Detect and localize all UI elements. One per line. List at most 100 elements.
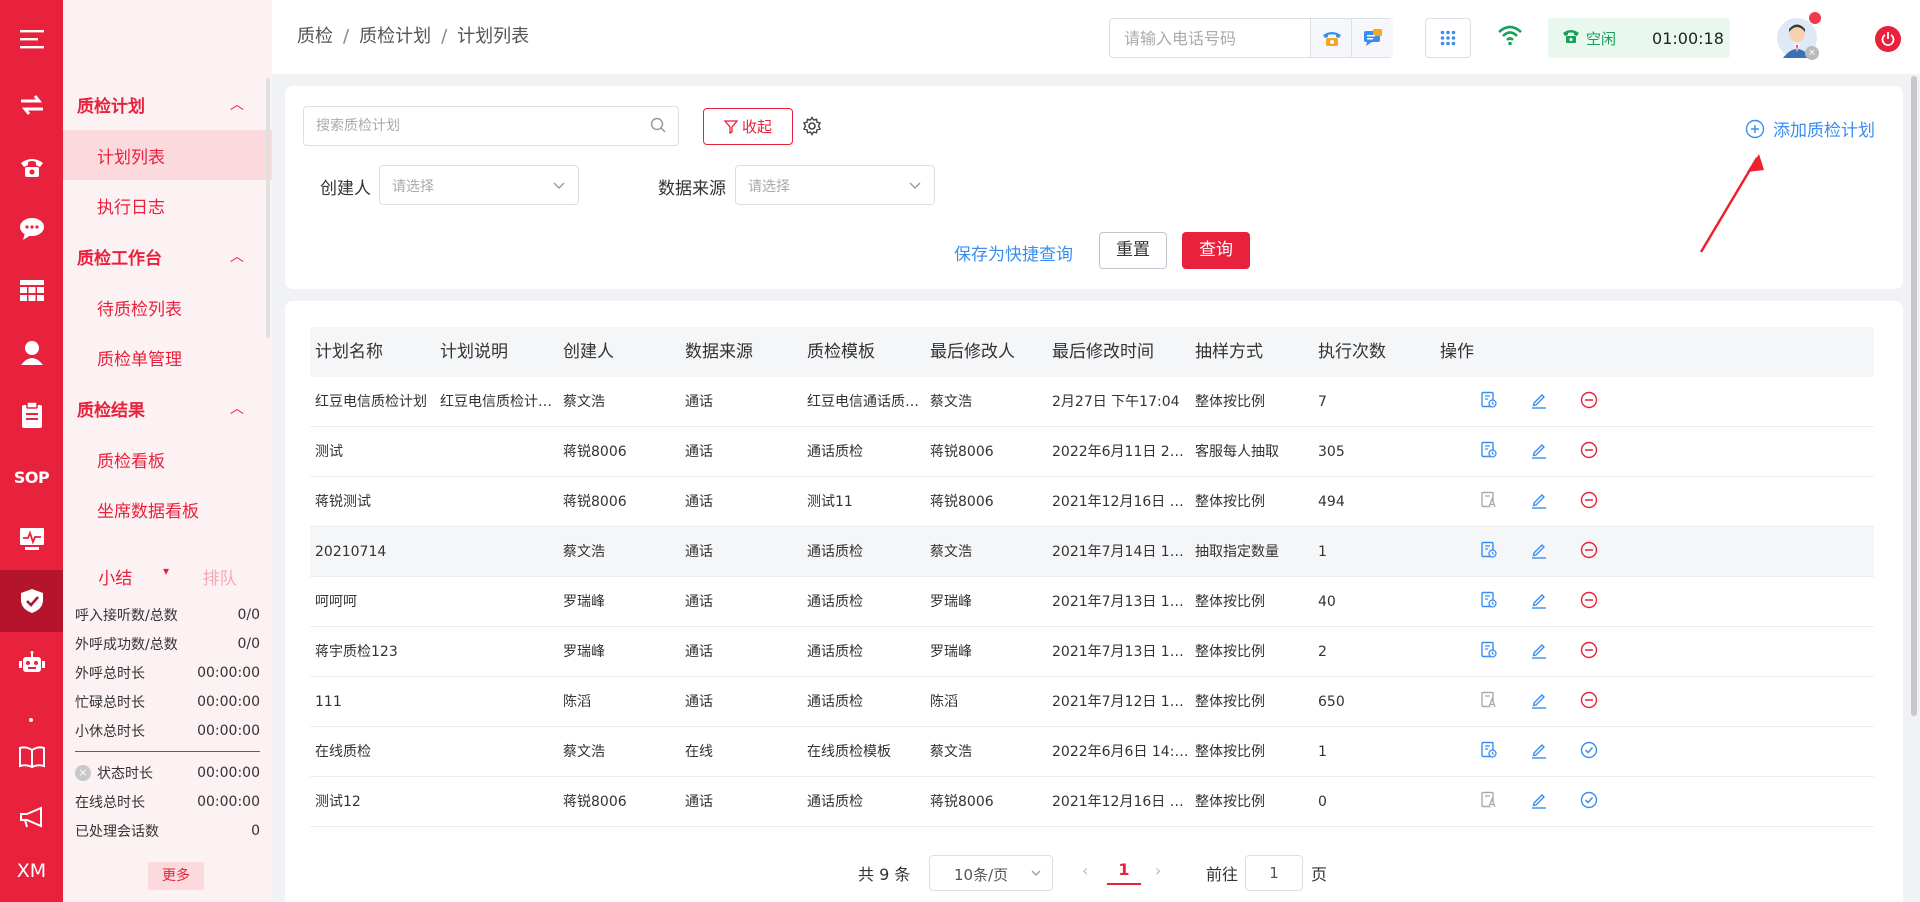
- book-icon[interactable]: [0, 726, 63, 788]
- edit-icon[interactable]: [1530, 641, 1580, 659]
- execute-plan-icon[interactable]: [1480, 541, 1530, 559]
- table-row[interactable]: 测试12 蒋锐8006 通话 通话质检 蒋锐8006 2021年12月16日 15:27整…: [310, 777, 1874, 827]
- phone-icon[interactable]: [0, 136, 63, 198]
- scrollbar-thumb[interactable]: [1911, 76, 1917, 716]
- clipboard-icon[interactable]: [0, 384, 63, 446]
- monitor-icon[interactable]: [0, 508, 63, 570]
- tab-queue[interactable]: 排队: [168, 558, 273, 600]
- reset-button[interactable]: 重置: [1099, 232, 1167, 269]
- menu-group-result[interactable]: 质检结果 ︿: [63, 382, 272, 434]
- table-row[interactable]: 蒋锐测试 蒋锐8006 通话 测试11 蒋锐8006 2021年12月16日 17:06整…: [310, 477, 1874, 527]
- breadcrumb-item[interactable]: 质检: [297, 26, 333, 47]
- table-row[interactable]: 在线质检 蔡文浩 在线 在线质检模板 蔡文浩 2022年6月6日 14:28 整体按比例 1: [310, 727, 1874, 777]
- execution-log-icon[interactable]: [1480, 491, 1530, 509]
- table-row[interactable]: 20210714 蔡文浩 通话 通话质检 蔡文浩 2021年7月14日 17:41 抽取指定…: [310, 527, 1874, 577]
- col-creator-header: 创建人: [563, 342, 614, 362]
- enable-check-icon[interactable]: [1580, 741, 1630, 759]
- menu-toggle-icon[interactable]: [0, 8, 63, 70]
- col-creator-cell: 蒋锐8006: [563, 794, 627, 810]
- save-quick-query-link[interactable]: 保存为快捷查询: [954, 240, 1073, 265]
- disable-minus-icon[interactable]: [1580, 391, 1630, 409]
- execute-plan-icon[interactable]: [1480, 441, 1530, 459]
- table-row[interactable]: 红豆电信质检计划 红豆电信质检计划... 蔡文浩 通话 红豆电信通话质检... 蔡文浩 2月…: [310, 377, 1874, 427]
- prev-page-icon[interactable]: ‹: [1082, 861, 1088, 880]
- table-row[interactable]: 111 陈滔 通话 通话质检 陈滔 2021年7月12日 10:49 整体按比例 650: [310, 677, 1874, 727]
- grid-table-icon[interactable]: [0, 260, 63, 322]
- query-button[interactable]: 查询: [1182, 232, 1250, 269]
- page-scrollbar[interactable]: [1911, 74, 1917, 902]
- menu-item-exec-log[interactable]: 执行日志: [63, 180, 272, 230]
- col-template-cell: 通话质检: [807, 444, 863, 460]
- execute-plan-icon[interactable]: [1480, 591, 1530, 609]
- edit-icon[interactable]: [1530, 491, 1580, 509]
- execution-log-icon[interactable]: [1480, 691, 1530, 709]
- more-button[interactable]: 更多: [148, 862, 204, 890]
- disable-minus-icon[interactable]: [1580, 691, 1630, 709]
- edit-icon[interactable]: [1530, 441, 1580, 459]
- edit-icon[interactable]: [1530, 591, 1580, 609]
- search-icon[interactable]: [650, 117, 666, 137]
- execute-plan-icon[interactable]: [1480, 741, 1530, 759]
- col-sampling-cell: 整体按比例: [1195, 494, 1265, 510]
- col-sampling-header: 抽样方式: [1195, 342, 1263, 362]
- menu-item-dashboard[interactable]: 质检看板: [63, 434, 272, 484]
- power-icon[interactable]: [1875, 26, 1901, 52]
- megaphone-icon[interactable]: [0, 786, 63, 848]
- page-number-current[interactable]: 1: [1107, 860, 1141, 885]
- execute-plan-icon[interactable]: [1480, 391, 1530, 409]
- collapse-filter-button[interactable]: 收起: [703, 108, 793, 145]
- robot-icon[interactable]: [0, 632, 63, 694]
- col-exec-count-cell: 494: [1318, 494, 1345, 510]
- message-icon[interactable]: [1351, 19, 1393, 57]
- edit-icon[interactable]: [1530, 791, 1580, 809]
- menu-item-agent-dashboard[interactable]: 坐席数据看板: [63, 484, 272, 534]
- menu-group-plan[interactable]: 质检计划 ︿: [63, 78, 272, 130]
- table-row[interactable]: 呵呵呵 罗瑞峰 通话 通话质检 罗瑞峰 2021年7月13日 17:19 整体按比例 40: [310, 577, 1874, 627]
- dial-phone-icon[interactable]: [1310, 19, 1352, 57]
- menu-scrollbar[interactable]: [266, 78, 270, 338]
- agent-status-box[interactable]: 空闲 01:00:18: [1548, 18, 1730, 58]
- transfer-icon[interactable]: [0, 74, 63, 136]
- edit-icon[interactable]: [1530, 391, 1580, 409]
- plan-search-input[interactable]: [304, 107, 624, 145]
- breadcrumb-item[interactable]: 质检计划: [359, 26, 431, 47]
- clear-icon[interactable]: ×: [75, 764, 91, 781]
- edit-icon[interactable]: [1530, 741, 1580, 759]
- disable-minus-icon[interactable]: [1580, 641, 1630, 659]
- apps-grid-icon[interactable]: [1425, 18, 1471, 58]
- collapse-marker-icon[interactable]: ▾: [163, 564, 169, 578]
- edit-icon[interactable]: [1530, 541, 1580, 559]
- disable-minus-icon[interactable]: [1580, 441, 1630, 459]
- table-row[interactable]: 蒋宇质检123 罗瑞峰 通话 通话质检 罗瑞峰 2021年7月13日 16:58 整体按比例…: [310, 627, 1874, 677]
- menu-item-form-manage[interactable]: 质检单管理: [63, 332, 272, 382]
- xm-icon[interactable]: XM: [0, 840, 63, 902]
- page-size-select[interactable]: 10条/页: [929, 855, 1053, 891]
- execute-plan-icon[interactable]: [1480, 641, 1530, 659]
- shield-check-icon[interactable]: [0, 570, 63, 632]
- source-select[interactable]: 请选择: [735, 165, 935, 205]
- menu-group-workbench[interactable]: 质检工作台 ︿: [63, 230, 272, 282]
- menu-item-pending-list[interactable]: 待质检列表: [63, 282, 272, 332]
- enable-check-icon[interactable]: [1580, 791, 1630, 809]
- creator-select[interactable]: 请选择: [379, 165, 579, 205]
- disable-minus-icon[interactable]: [1580, 541, 1630, 559]
- execution-log-icon[interactable]: [1480, 791, 1530, 809]
- gear-icon[interactable]: [802, 116, 822, 140]
- goto-page-input[interactable]: [1245, 855, 1303, 891]
- disable-minus-icon[interactable]: [1580, 591, 1630, 609]
- avatar[interactable]: ×: [1777, 12, 1821, 60]
- phone-number-input[interactable]: [1110, 19, 1310, 57]
- col-source-cell: 通话: [685, 644, 713, 660]
- disable-minus-icon[interactable]: [1580, 491, 1630, 509]
- next-page-icon[interactable]: ›: [1155, 861, 1161, 880]
- tab-summary[interactable]: 小结: [63, 558, 168, 600]
- add-plan-button[interactable]: 添加质检计划: [1745, 116, 1875, 141]
- sop-icon[interactable]: SOP: [0, 446, 63, 508]
- col-modifier-cell: 蒋锐8006: [930, 494, 994, 510]
- agent-icon[interactable]: [0, 322, 63, 384]
- menu-item-plan-list[interactable]: 计划列表: [63, 130, 272, 180]
- chat-icon[interactable]: [0, 198, 63, 260]
- table-row[interactable]: 测试 蒋锐8006 通话 通话质检 蒋锐8006 2022年6月11日 20:43 客服每人…: [310, 427, 1874, 477]
- col-source-cell: 通话: [685, 694, 713, 710]
- edit-icon[interactable]: [1530, 691, 1580, 709]
